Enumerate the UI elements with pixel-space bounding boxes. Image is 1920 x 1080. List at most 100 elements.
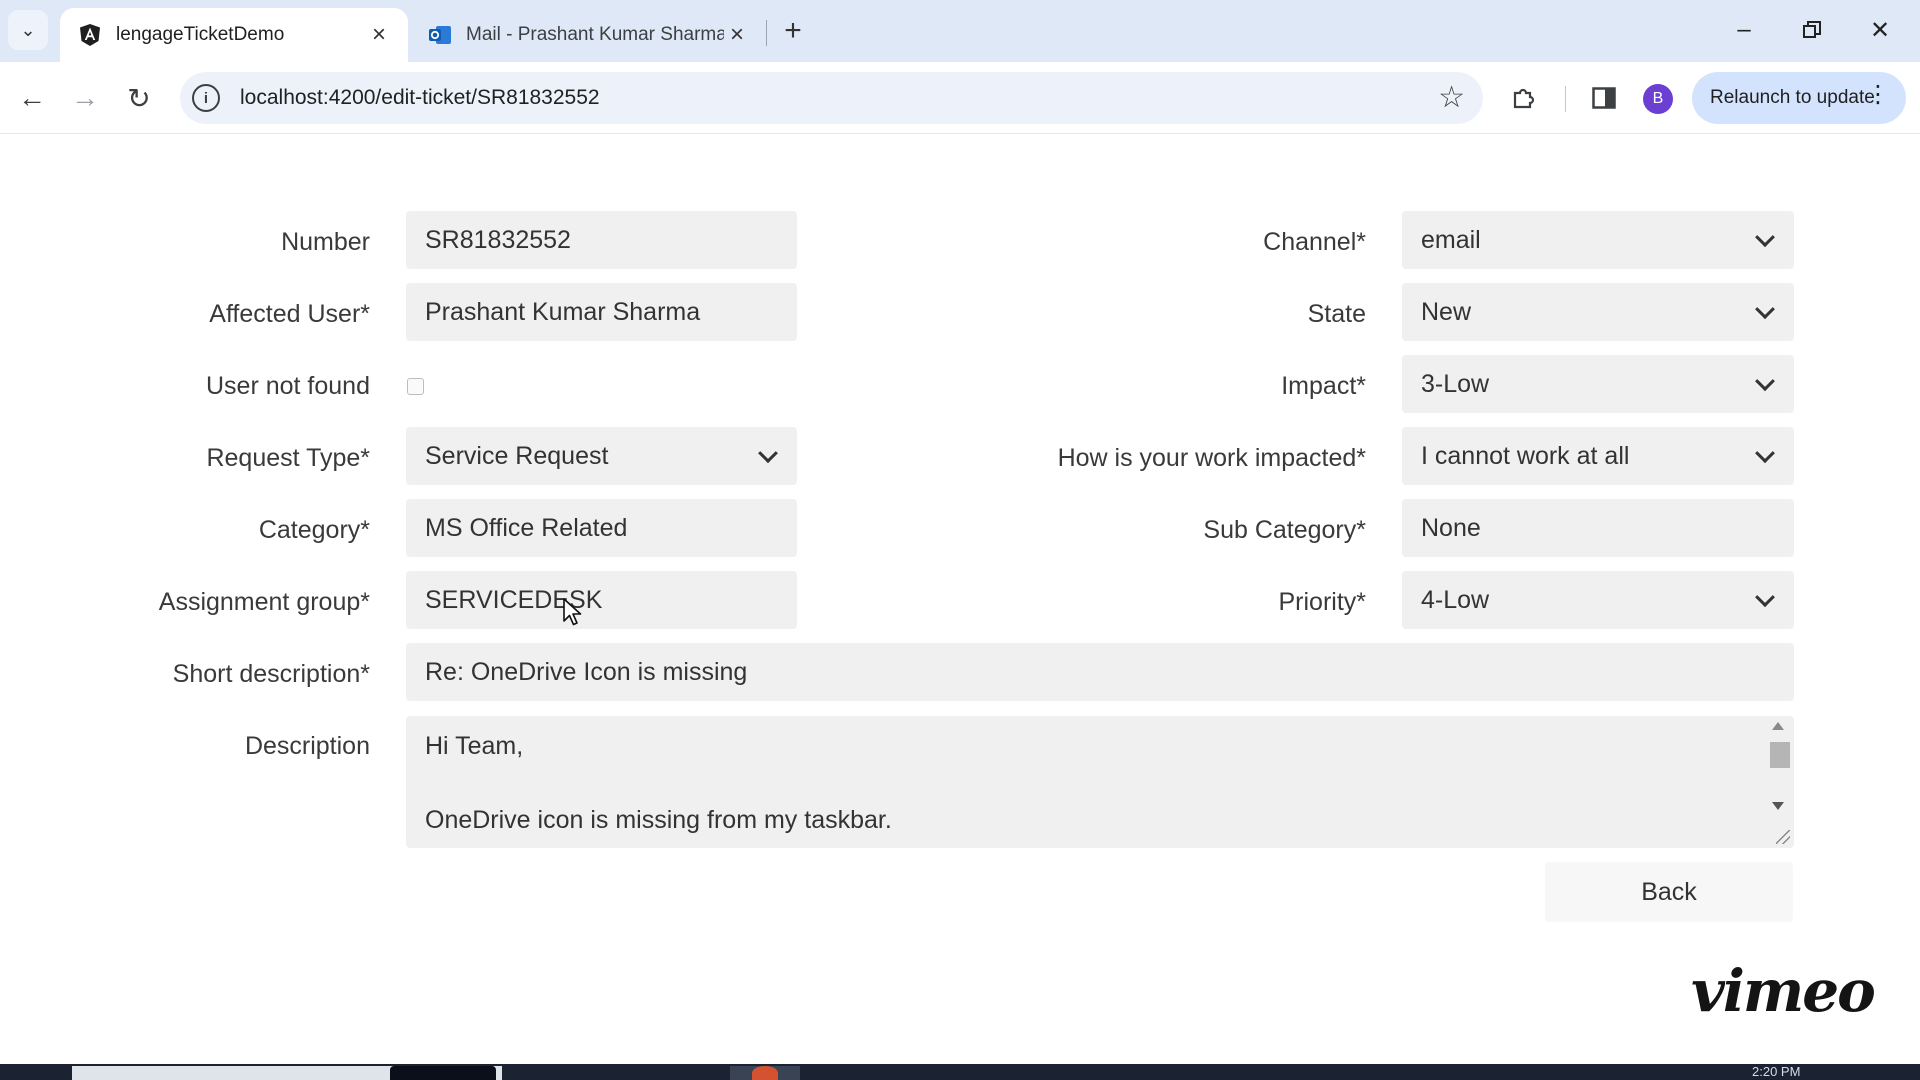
impact-label: Impact* xyxy=(1281,372,1366,400)
impact-value: 3-Low xyxy=(1421,369,1490,398)
puzzle-icon xyxy=(1513,88,1535,109)
vimeo-logo: vimeo xyxy=(1691,957,1876,1025)
description-line: Hi Team, xyxy=(425,732,524,760)
back-button[interactable]: Back xyxy=(1545,862,1793,922)
close-icon: ✕ xyxy=(1869,16,1891,44)
relaunch-label: Relaunch to update xyxy=(1710,87,1875,108)
short-description-field[interactable]: Re: OneDrive Icon is missing xyxy=(406,643,1794,701)
request-type-value: Service Request xyxy=(425,441,609,470)
sub-category-value: None xyxy=(1421,513,1481,542)
description-line xyxy=(425,769,1775,806)
sub-category-field[interactable]: None xyxy=(1402,499,1794,557)
address-bar[interactable]: i localhost:4200/edit-ticket/SR81832552 … xyxy=(180,72,1483,124)
priority-value: 4-Low xyxy=(1421,585,1490,614)
restore-icon xyxy=(1803,21,1821,38)
assignment-group-field[interactable]: SERVICEDESK xyxy=(406,571,797,629)
short-description-value: Re: OneDrive Icon is missing xyxy=(425,657,748,686)
request-type-label: Request Type* xyxy=(206,444,370,472)
close-icon[interactable]: × xyxy=(724,21,750,48)
arrow-right-icon: → xyxy=(71,82,99,113)
scroll-up-icon[interactable] xyxy=(1772,722,1784,730)
description-textarea[interactable]: Hi Team, OneDrive icon is missing from m… xyxy=(406,716,1794,848)
browser-tab-strip: ⌄ lengageTicketDemo × Mail - Prashant Ku… xyxy=(0,0,1920,62)
chevron-down-icon xyxy=(1755,443,1775,464)
state-label: State xyxy=(1307,300,1366,328)
request-type-select[interactable]: Service Request xyxy=(406,427,797,485)
taskbar-clock: 2:20 PM xyxy=(1752,1064,1801,1079)
number-field[interactable]: SR81832552 xyxy=(406,211,797,269)
affected-user-value: Prashant Kumar Sharma xyxy=(425,297,701,326)
work-impacted-select[interactable]: I cannot work at all xyxy=(1402,427,1794,485)
chevron-down-icon xyxy=(1755,371,1775,392)
plus-icon: + xyxy=(784,14,802,47)
priority-label: Priority* xyxy=(1278,588,1366,616)
user-not-found-checkbox[interactable] xyxy=(407,378,424,395)
outlook-icon xyxy=(429,26,451,44)
tab-title: lengageTicketDemo xyxy=(116,24,285,45)
affected-user-label: Affected User* xyxy=(209,300,370,328)
short-description-label: Short description* xyxy=(172,660,370,688)
reload-icon: ↻ xyxy=(127,82,151,114)
chevron-down-icon xyxy=(1755,587,1775,608)
taskbar-button[interactable] xyxy=(390,1066,496,1080)
toolbar-separator xyxy=(1565,86,1566,112)
mouse-cursor-icon xyxy=(563,598,582,626)
description-label: Description xyxy=(244,732,370,760)
priority-select[interactable]: 4-Low xyxy=(1402,571,1794,629)
side-panel-button[interactable] xyxy=(1584,78,1624,118)
more-vert-icon[interactable]: ⋮ xyxy=(1866,83,1890,107)
avatar-initial: B xyxy=(1652,90,1664,107)
affected-user-field[interactable]: Prashant Kumar Sharma xyxy=(406,283,797,341)
chevron-down-icon xyxy=(1755,227,1775,248)
channel-label: Channel* xyxy=(1263,228,1366,256)
arrow-left-icon: ← xyxy=(18,82,46,113)
profile-avatar[interactable]: B xyxy=(1643,84,1673,114)
relaunch-to-update-button[interactable]: Relaunch to update ⋮ xyxy=(1692,72,1906,124)
work-impacted-label: How is your work impacted* xyxy=(1057,444,1366,472)
tab-lengage-ticket-demo[interactable]: lengageTicketDemo × xyxy=(60,8,408,62)
restore-button[interactable] xyxy=(1778,0,1846,60)
number-label: Number xyxy=(281,228,370,256)
state-value: New xyxy=(1421,297,1472,326)
chevron-down-icon xyxy=(1755,299,1775,320)
chevron-down-icon xyxy=(758,443,778,464)
minimize-icon: – xyxy=(1737,16,1751,43)
work-impacted-value: I cannot work at all xyxy=(1421,441,1630,470)
category-label: Category* xyxy=(258,516,370,544)
info-icon[interactable]: i xyxy=(192,84,220,112)
category-value: MS Office Related xyxy=(425,513,628,542)
tab-mail[interactable]: Mail - Prashant Kumar Sharma × xyxy=(410,8,766,62)
minimize-button[interactable]: – xyxy=(1710,0,1778,60)
channel-value: email xyxy=(1421,225,1481,254)
window-close-button[interactable]: ✕ xyxy=(1846,0,1914,60)
star-icon[interactable]: ☆ xyxy=(1438,80,1465,115)
angular-icon xyxy=(80,24,100,46)
tab-separator xyxy=(766,20,767,46)
vimeo-watermark: vimeo xyxy=(1680,937,1885,1045)
user-not-found-label: User not found xyxy=(206,372,370,400)
description-line: OneDrive icon is missing from my taskbar… xyxy=(425,806,892,834)
taskbar-app-icon[interactable] xyxy=(752,1066,778,1080)
assignment-group-label: Assignment group* xyxy=(158,588,370,616)
state-select[interactable]: New xyxy=(1402,283,1794,341)
impact-select[interactable]: 3-Low xyxy=(1402,355,1794,413)
back-nav-button[interactable]: ← xyxy=(10,76,54,120)
reload-button[interactable]: ↻ xyxy=(117,76,161,120)
scrollbar-thumb[interactable] xyxy=(1770,742,1790,768)
forward-nav-button[interactable]: → xyxy=(63,76,107,120)
tab-search-button[interactable]: ⌄ xyxy=(8,10,48,50)
close-icon[interactable]: × xyxy=(366,21,392,48)
side-panel-icon xyxy=(1592,87,1616,109)
scroll-down-icon[interactable] xyxy=(1772,802,1784,810)
sub-category-label: Sub Category* xyxy=(1203,516,1366,544)
extensions-button[interactable] xyxy=(1504,78,1544,118)
resize-handle-icon[interactable] xyxy=(1776,830,1790,844)
chevron-down-icon: ⌄ xyxy=(20,19,36,40)
number-value: SR81832552 xyxy=(425,225,571,254)
channel-select[interactable]: email xyxy=(1402,211,1794,269)
new-tab-button[interactable]: + xyxy=(776,14,810,48)
url-text: localhost:4200/edit-ticket/SR81832552 xyxy=(240,86,600,109)
browser-toolbar: ← → ↻ i localhost:4200/edit-ticket/SR818… xyxy=(0,62,1920,134)
tab-title: Mail - Prashant Kumar Sharma xyxy=(466,24,724,45)
category-field[interactable]: MS Office Related xyxy=(406,499,797,557)
